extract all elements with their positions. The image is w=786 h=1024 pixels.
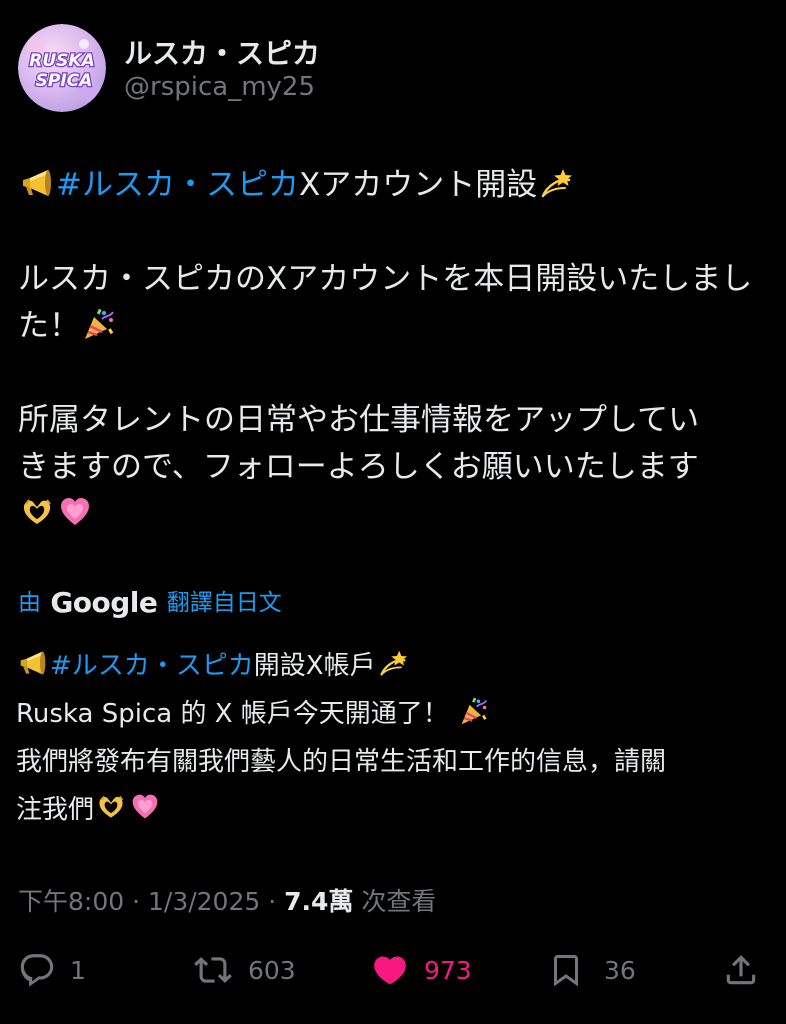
reply-count: 1	[70, 955, 86, 985]
share-icon	[726, 955, 756, 985]
post-header: RUSKA SPICA ルスカ・スピカ @rspica_my25	[18, 24, 768, 114]
post-time[interactable]: 下午8:00	[18, 887, 124, 916]
share-button[interactable]	[722, 946, 760, 994]
translated-text: #ルスカ・スピカ開設X帳戶 Ruska Spica 的 X 帳戶今天開通了！ 我…	[16, 642, 776, 834]
translation-line-3: 我們將發布有關我們藝人的日常生活和工作的信息，請關 注我們	[16, 738, 776, 834]
action-bar: 1 603 973 36	[0, 946, 786, 994]
translation-suffix: 翻譯自日文	[166, 590, 282, 616]
party-popper-icon	[459, 696, 489, 726]
bookmark-button[interactable]: 36	[548, 946, 636, 994]
post-paragraph-2: ルスカ・スピカのXアカウントを本日開設いたしました！	[18, 256, 773, 350]
repost-button[interactable]: 603	[192, 946, 296, 994]
translation-prefix: 由	[18, 590, 41, 616]
dizzy-icon	[539, 166, 573, 200]
bookmark-count: 36	[604, 955, 636, 985]
post-line-1: #ルスカ・スピカXアカウント開設	[18, 162, 773, 209]
avatar-text-bottom: SPICA	[36, 71, 93, 91]
translation-line-1-text: 開設X帳戶	[253, 651, 376, 681]
avatar[interactable]: RUSKA SPICA	[18, 24, 106, 112]
user-handle[interactable]: @rspica_my25	[124, 72, 315, 102]
views-label: 次查看	[353, 887, 437, 916]
post-paragraph-3: 所属タレントの日常やお仕事情報をアップしてい きますので、フォローよろしくお願い…	[18, 397, 773, 538]
translation-line-1: #ルスカ・スピカ開設X帳戶	[16, 642, 776, 690]
post-metadata: 下午8:00 · 1/3/2025 · 7.4萬 次查看	[18, 882, 436, 918]
translation-line-3-text: 我們將發布有關我們藝人的日常生活和工作的信息，請關	[16, 747, 667, 777]
translation-line-2-text: Ruska Spica 的 X 帳戶今天開通了！	[16, 699, 449, 729]
translation-line-4-text: 注我們	[16, 795, 95, 825]
party-popper-icon	[82, 307, 116, 341]
repost-count: 603	[248, 955, 296, 985]
hashtag-link[interactable]: #ルスカ・スピカ	[56, 167, 299, 203]
dizzy-icon	[378, 648, 408, 678]
heart-hands-icon	[96, 792, 126, 822]
google-logo: Google	[50, 586, 158, 619]
post-text: #ルスカ・スピカXアカウント開設 ルスカ・スピカのXアカウントを本日開設いたしま…	[18, 162, 773, 538]
pink-heart-icon	[58, 495, 92, 529]
like-button[interactable]: 973	[370, 946, 472, 994]
display-name[interactable]: ルスカ・スピカ	[124, 32, 320, 72]
reply-icon	[20, 954, 54, 987]
avatar-text-top: RUSKA	[29, 51, 94, 71]
heart-icon	[374, 956, 406, 985]
post-paragraph-2-text: ルスカ・スピカのXアカウントを本日開設いたしました！	[18, 261, 753, 344]
bookmark-icon	[554, 955, 578, 987]
translation-line-2: Ruska Spica 的 X 帳戶今天開通了！	[16, 690, 776, 738]
separator: ·	[260, 887, 285, 916]
post-paragraph-3-line-1: 所属タレントの日常やお仕事情報をアップしてい	[18, 402, 700, 438]
views-count[interactable]: 7.4萬	[284, 887, 353, 916]
heart-hands-icon	[20, 495, 54, 529]
megaphone-icon	[18, 648, 48, 678]
avatar-image: RUSKA SPICA	[18, 24, 106, 112]
reply-button[interactable]: 1	[18, 946, 86, 994]
separator: ·	[124, 887, 148, 916]
pink-heart-icon	[130, 792, 160, 822]
translation-attribution[interactable]: 由 Google 翻譯自日文	[18, 583, 282, 619]
post-paragraph-3-line-2: きますので、フォローよろしくお願いいたします	[18, 449, 699, 485]
repost-icon	[194, 957, 232, 983]
post-line-1-text: Xアカウント開設	[298, 167, 538, 203]
megaphone-icon	[20, 166, 54, 200]
like-count: 973	[424, 955, 472, 985]
post-date[interactable]: 1/3/2025	[148, 887, 260, 916]
translated-hashtag-link[interactable]: #ルスカ・スピカ	[50, 651, 254, 681]
